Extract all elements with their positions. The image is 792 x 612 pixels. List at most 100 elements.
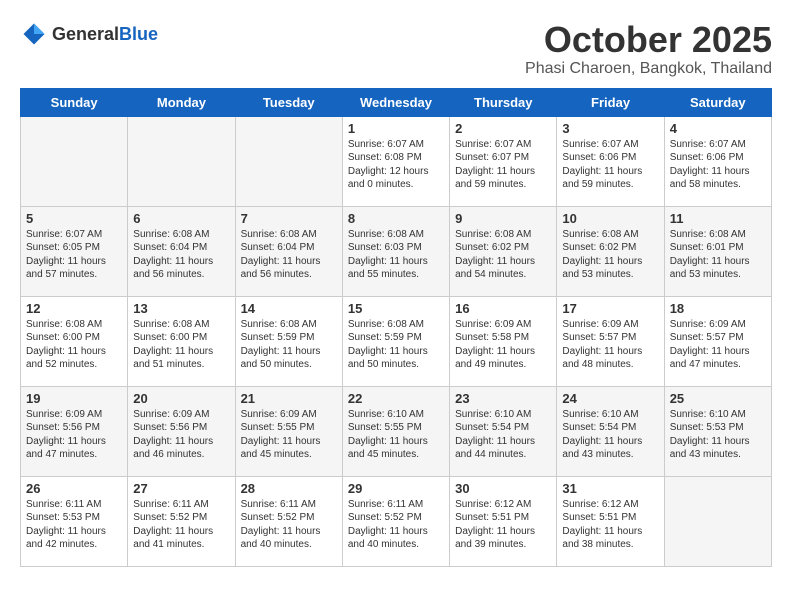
calendar-cell: 10 Sunrise: 6:08 AMSunset: 6:02 PMDayligh… — [557, 206, 664, 296]
day-info: Sunrise: 6:08 AMSunset: 6:02 PMDaylight:… — [562, 228, 658, 282]
day-number: 12 — [26, 301, 122, 316]
title-block: October 2025 Phasi Charoen, Bangkok, Tha… — [525, 20, 772, 78]
weekday-header: Monday — [128, 88, 235, 116]
day-info: Sunrise: 6:07 AMSunset: 6:05 PMDaylight:… — [26, 228, 122, 282]
day-info: Sunrise: 6:09 AMSunset: 5:58 PMDaylight:… — [455, 318, 551, 372]
day-info: Sunrise: 6:09 AMSunset: 5:56 PMDaylight:… — [26, 408, 122, 462]
month-title: October 2025 — [525, 20, 772, 60]
day-number: 19 — [26, 391, 122, 406]
calendar-week-row: 19 Sunrise: 6:09 AMSunset: 5:56 PMDayligh… — [21, 386, 772, 476]
calendar-cell: 9 Sunrise: 6:08 AMSunset: 6:02 PMDaylight… — [450, 206, 557, 296]
calendar-cell: 16 Sunrise: 6:09 AMSunset: 5:58 PMDayligh… — [450, 296, 557, 386]
day-info: Sunrise: 6:09 AMSunset: 5:55 PMDaylight:… — [241, 408, 337, 462]
day-info: Sunrise: 6:08 AMSunset: 6:00 PMDaylight:… — [26, 318, 122, 372]
weekday-header: Tuesday — [235, 88, 342, 116]
page-header: GeneralBlue October 2025 Phasi Charoen, … — [20, 20, 772, 78]
calendar-cell — [128, 116, 235, 206]
calendar-cell: 11Sunrise: 6:08 AMSunset: 6:01 PMDayligh… — [664, 206, 771, 296]
day-number: 30 — [455, 481, 551, 496]
calendar-cell: 21 Sunrise: 6:09 AMSunset: 5:55 PMDayligh… — [235, 386, 342, 476]
logo: GeneralBlue — [20, 20, 158, 48]
day-info: Sunrise: 6:08 AMSunset: 6:03 PMDaylight:… — [348, 228, 444, 282]
day-number: 21 — [241, 391, 337, 406]
day-number: 5 — [26, 211, 122, 226]
day-number: 16 — [455, 301, 551, 316]
calendar-cell: 15Sunrise: 6:08 AMSunset: 5:59 PMDayligh… — [342, 296, 449, 386]
calendar-cell: 8Sunrise: 6:08 AMSunset: 6:03 PMDaylight… — [342, 206, 449, 296]
day-info: Sunrise: 6:08 AMSunset: 5:59 PMDaylight:… — [241, 318, 337, 372]
logo-text-general: General — [52, 24, 119, 44]
logo-text-blue: Blue — [119, 24, 158, 44]
day-info: Sunrise: 6:10 AMSunset: 5:54 PMDaylight:… — [562, 408, 658, 462]
day-number: 2 — [455, 121, 551, 136]
day-number: 7 — [241, 211, 337, 226]
day-number: 23 — [455, 391, 551, 406]
day-number: 4 — [670, 121, 766, 136]
day-number: 1 — [348, 121, 444, 136]
calendar-cell: 14Sunrise: 6:08 AMSunset: 5:59 PMDayligh… — [235, 296, 342, 386]
day-info: Sunrise: 6:07 AMSunset: 6:08 PMDaylight:… — [348, 138, 444, 192]
calendar-cell: 31 Sunrise: 6:12 AMSunset: 5:51 PMDayligh… — [557, 476, 664, 566]
calendar-cell: 25 Sunrise: 6:10 AMSunset: 5:53 PMDayligh… — [664, 386, 771, 476]
day-number: 6 — [133, 211, 229, 226]
day-number: 15 — [348, 301, 444, 316]
day-number: 28 — [241, 481, 337, 496]
day-info: Sunrise: 6:10 AMSunset: 5:53 PMDaylight:… — [670, 408, 766, 462]
calendar-cell: 24 Sunrise: 6:10 AMSunset: 5:54 PMDayligh… — [557, 386, 664, 476]
calendar-cell: 17 Sunrise: 6:09 AMSunset: 5:57 PMDayligh… — [557, 296, 664, 386]
day-info: Sunrise: 6:10 AMSunset: 5:54 PMDaylight:… — [455, 408, 551, 462]
day-info: Sunrise: 6:12 AMSunset: 5:51 PMDaylight:… — [455, 498, 551, 552]
calendar-table: SundayMondayTuesdayWednesdayThursdayFrid… — [20, 88, 772, 567]
weekday-header: Friday — [557, 88, 664, 116]
day-info: Sunrise: 6:07 AMSunset: 6:06 PMDaylight:… — [670, 138, 766, 192]
day-number: 22 — [348, 391, 444, 406]
calendar-cell: 3Sunrise: 6:07 AMSunset: 6:06 PMDaylight… — [557, 116, 664, 206]
day-number: 24 — [562, 391, 658, 406]
calendar-cell: 28 Sunrise: 6:11 AMSunset: 5:52 PMDayligh… — [235, 476, 342, 566]
calendar-cell: 7 Sunrise: 6:08 AMSunset: 6:04 PMDaylight… — [235, 206, 342, 296]
day-number: 10 — [562, 211, 658, 226]
logo-icon — [20, 20, 48, 48]
calendar-cell: 2 Sunrise: 6:07 AMSunset: 6:07 PMDaylight… — [450, 116, 557, 206]
calendar-cell: 22Sunrise: 6:10 AMSunset: 5:55 PMDayligh… — [342, 386, 449, 476]
day-info: Sunrise: 6:11 AMSunset: 5:52 PMDaylight:… — [241, 498, 337, 552]
day-info: Sunrise: 6:11 AMSunset: 5:52 PMDaylight:… — [348, 498, 444, 552]
calendar-cell: 5 Sunrise: 6:07 AMSunset: 6:05 PMDaylight… — [21, 206, 128, 296]
calendar-cell: 20 Sunrise: 6:09 AMSunset: 5:56 PMDayligh… — [128, 386, 235, 476]
day-info: Sunrise: 6:07 AMSunset: 6:06 PMDaylight:… — [562, 138, 658, 192]
day-info: Sunrise: 6:12 AMSunset: 5:51 PMDaylight:… — [562, 498, 658, 552]
day-number: 31 — [562, 481, 658, 496]
calendar-cell: 12 Sunrise: 6:08 AMSunset: 6:00 PMDayligh… — [21, 296, 128, 386]
calendar-week-row: 1 Sunrise: 6:07 AMSunset: 6:08 PMDaylight… — [21, 116, 772, 206]
day-info: Sunrise: 6:09 AMSunset: 5:56 PMDaylight:… — [133, 408, 229, 462]
calendar-cell: 29 Sunrise: 6:11 AMSunset: 5:52 PMDayligh… — [342, 476, 449, 566]
day-info: Sunrise: 6:09 AMSunset: 5:57 PMDaylight:… — [562, 318, 658, 372]
weekday-header-row: SundayMondayTuesdayWednesdayThursdayFrid… — [21, 88, 772, 116]
weekday-header: Thursday — [450, 88, 557, 116]
calendar-cell: 13Sunrise: 6:08 AMSunset: 6:00 PMDayligh… — [128, 296, 235, 386]
day-info: Sunrise: 6:07 AMSunset: 6:07 PMDaylight:… — [455, 138, 551, 192]
calendar-cell: 4 Sunrise: 6:07 AMSunset: 6:06 PMDaylight… — [664, 116, 771, 206]
calendar-cell — [664, 476, 771, 566]
location-title: Phasi Charoen, Bangkok, Thailand — [525, 60, 772, 78]
calendar-cell: 18Sunrise: 6:09 AMSunset: 5:57 PMDayligh… — [664, 296, 771, 386]
day-number: 25 — [670, 391, 766, 406]
calendar-cell: 19 Sunrise: 6:09 AMSunset: 5:56 PMDayligh… — [21, 386, 128, 476]
day-number: 9 — [455, 211, 551, 226]
calendar-week-row: 5 Sunrise: 6:07 AMSunset: 6:05 PMDaylight… — [21, 206, 772, 296]
day-number: 17 — [562, 301, 658, 316]
day-number: 26 — [26, 481, 122, 496]
day-info: Sunrise: 6:09 AMSunset: 5:57 PMDaylight:… — [670, 318, 766, 372]
day-info: Sunrise: 6:08 AMSunset: 6:04 PMDaylight:… — [241, 228, 337, 282]
day-info: Sunrise: 6:08 AMSunset: 6:02 PMDaylight:… — [455, 228, 551, 282]
day-number: 29 — [348, 481, 444, 496]
day-number: 27 — [133, 481, 229, 496]
calendar-week-row: 26Sunrise: 6:11 AMSunset: 5:53 PMDayligh… — [21, 476, 772, 566]
calendar-cell: 30 Sunrise: 6:12 AMSunset: 5:51 PMDayligh… — [450, 476, 557, 566]
day-info: Sunrise: 6:11 AMSunset: 5:52 PMDaylight:… — [133, 498, 229, 552]
calendar-cell: 26Sunrise: 6:11 AMSunset: 5:53 PMDayligh… — [21, 476, 128, 566]
day-number: 20 — [133, 391, 229, 406]
calendar-cell: 1 Sunrise: 6:07 AMSunset: 6:08 PMDaylight… — [342, 116, 449, 206]
calendar-cell — [21, 116, 128, 206]
weekday-header: Wednesday — [342, 88, 449, 116]
